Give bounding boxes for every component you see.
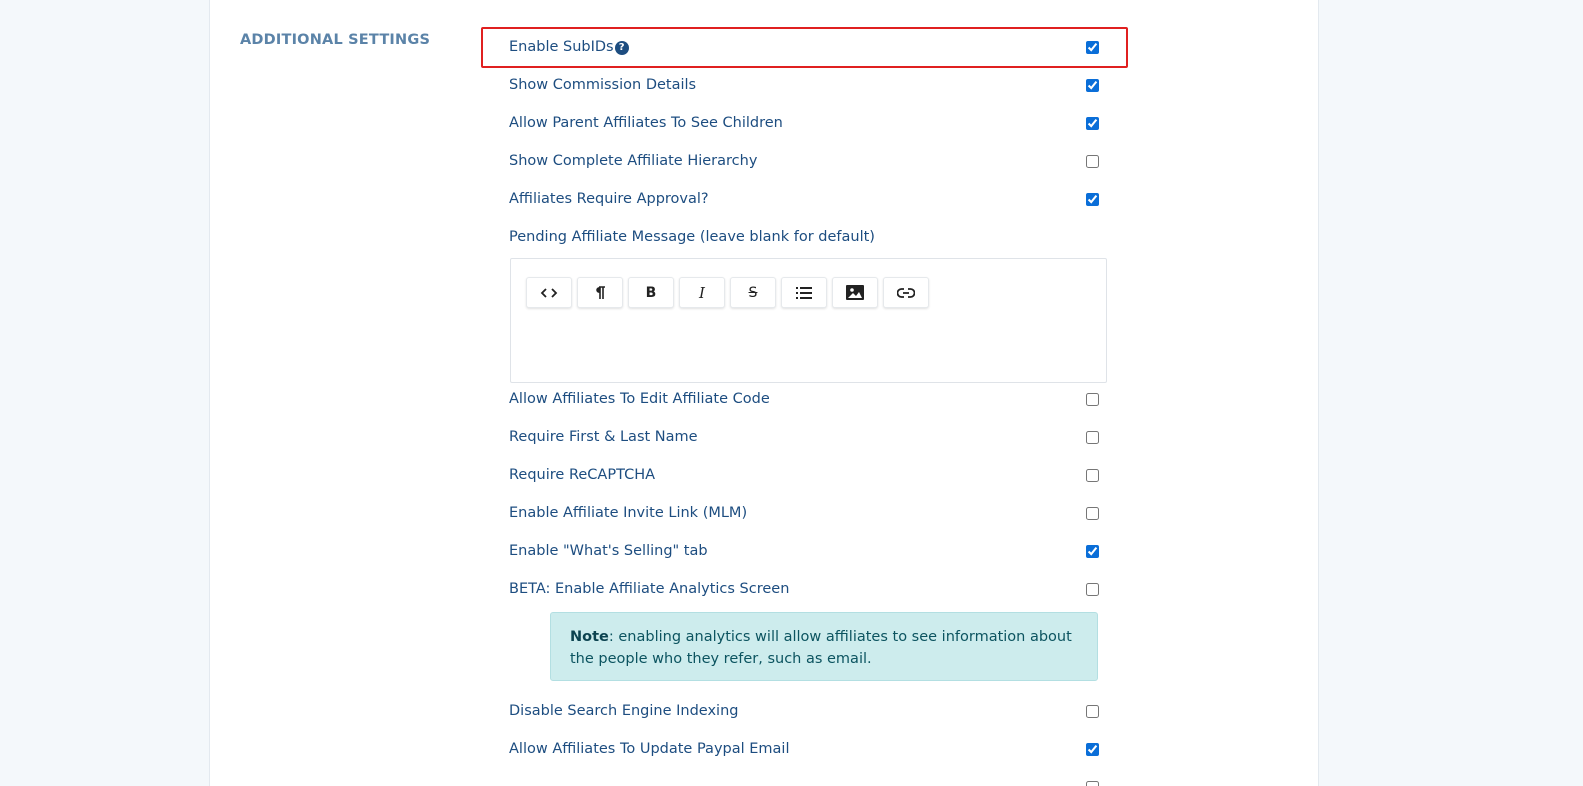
setting-label-require-recaptcha: Require ReCAPTCHA bbox=[509, 467, 656, 483]
setting-label-show-complete-hierarchy: Show Complete Affiliate Hierarchy bbox=[509, 153, 758, 169]
setting-row-edit-affiliate-code: Allow Affiliates To Edit Affiliate Code bbox=[509, 389, 1099, 413]
checkbox-analytics[interactable] bbox=[1086, 583, 1099, 596]
page: ADDITIONAL SETTINGS Enable SubIDs? Show … bbox=[0, 0, 1583, 786]
setting-label-update-paypal: Allow Affiliates To Update Paypal Email bbox=[509, 741, 790, 757]
setting-row-require-name: Require First & Last Name bbox=[509, 427, 1099, 451]
checkbox-require-recaptcha[interactable] bbox=[1086, 469, 1099, 482]
list-icon bbox=[796, 286, 812, 299]
setting-row-whats-selling: Enable "What's Selling" tab bbox=[509, 541, 1099, 565]
setting-label-show-commission-details: Show Commission Details bbox=[509, 77, 697, 93]
code-view-button[interactable] bbox=[526, 277, 572, 308]
checkbox-invite-link[interactable] bbox=[1086, 507, 1099, 520]
question-circle-icon[interactable]: ? bbox=[614, 41, 629, 55]
italic-icon: I bbox=[699, 283, 705, 302]
setting-row-analytics: BETA: Enable Affiliate Analytics Screen bbox=[509, 579, 1099, 603]
checkbox-require-approval[interactable] bbox=[1086, 193, 1099, 206]
setting-label-enable-subids: Enable SubIDs? bbox=[509, 39, 629, 55]
checkbox-show-complete-hierarchy[interactable] bbox=[1086, 155, 1099, 168]
setting-row-show-complete-hierarchy: Show Complete Affiliate Hierarchy bbox=[509, 151, 1099, 175]
checkbox-disable-indexing[interactable] bbox=[1086, 705, 1099, 718]
list-button[interactable] bbox=[781, 277, 827, 308]
image-button[interactable] bbox=[832, 277, 878, 308]
checkbox-require-name[interactable] bbox=[1086, 431, 1099, 444]
analytics-note: Note: enabling analytics will allow affi… bbox=[550, 612, 1098, 681]
setting-label-require-name: Require First & Last Name bbox=[509, 429, 698, 445]
checkbox-enable-subids[interactable] bbox=[1086, 41, 1099, 54]
setting-label-invite-link: Enable Affiliate Invite Link (MLM) bbox=[509, 505, 748, 521]
bold-icon: B bbox=[645, 284, 657, 301]
image-icon bbox=[846, 285, 864, 300]
italic-button[interactable]: I bbox=[679, 277, 725, 308]
paragraph-button[interactable] bbox=[577, 277, 623, 308]
pending-message-editor[interactable]: B I S bbox=[510, 258, 1107, 383]
checkbox-update-paypal[interactable] bbox=[1086, 743, 1099, 756]
checkbox-cut-off[interactable] bbox=[1086, 781, 1099, 786]
note-label: Note bbox=[570, 629, 609, 645]
setting-row-enable-subids: Enable SubIDs? bbox=[509, 37, 1099, 61]
setting-label-allow-parent-affiliates: Allow Parent Affiliates To See Children bbox=[509, 115, 783, 131]
setting-row-pending-message: Pending Affiliate Message (leave blank f… bbox=[509, 227, 1099, 251]
setting-label-disable-indexing: Disable Search Engine Indexing bbox=[509, 703, 739, 719]
strikethrough-icon: S bbox=[748, 284, 758, 301]
setting-row-disable-indexing: Disable Search Engine Indexing bbox=[509, 701, 1099, 725]
note-text: : enabling analytics will allow affiliat… bbox=[570, 629, 1072, 667]
setting-row-show-commission-details: Show Commission Details bbox=[509, 75, 1099, 99]
setting-label-analytics: BETA: Enable Affiliate Analytics Screen bbox=[509, 581, 790, 597]
setting-row-require-approval: Affiliates Require Approval? bbox=[509, 189, 1099, 213]
checkbox-edit-affiliate-code[interactable] bbox=[1086, 393, 1099, 406]
setting-row-invite-link: Enable Affiliate Invite Link (MLM) bbox=[509, 503, 1099, 527]
link-button[interactable] bbox=[883, 277, 929, 308]
strikethrough-button[interactable]: S bbox=[730, 277, 776, 308]
setting-label-require-approval: Affiliates Require Approval? bbox=[509, 191, 709, 207]
checkbox-show-commission-details[interactable] bbox=[1086, 79, 1099, 92]
setting-label-edit-affiliate-code: Allow Affiliates To Edit Affiliate Code bbox=[509, 391, 770, 407]
setting-row-allow-parent-affiliates: Allow Parent Affiliates To See Children bbox=[509, 113, 1099, 137]
checkbox-allow-parent-affiliates[interactable] bbox=[1086, 117, 1099, 130]
code-view-icon bbox=[540, 287, 558, 298]
setting-row-cut-off bbox=[509, 777, 1099, 786]
paragraph-icon bbox=[596, 285, 605, 299]
setting-label-whats-selling: Enable "What's Selling" tab bbox=[509, 543, 708, 559]
bold-button[interactable]: B bbox=[628, 277, 674, 308]
checkbox-whats-selling[interactable] bbox=[1086, 545, 1099, 558]
setting-row-update-paypal: Allow Affiliates To Update Paypal Email bbox=[509, 739, 1099, 763]
setting-row-require-recaptcha: Require ReCAPTCHA bbox=[509, 465, 1099, 489]
setting-label-pending-message: Pending Affiliate Message (leave blank f… bbox=[509, 229, 875, 245]
editor-toolbar: B I S bbox=[526, 277, 929, 308]
section-title: ADDITIONAL SETTINGS bbox=[240, 32, 431, 48]
link-icon bbox=[897, 287, 915, 298]
